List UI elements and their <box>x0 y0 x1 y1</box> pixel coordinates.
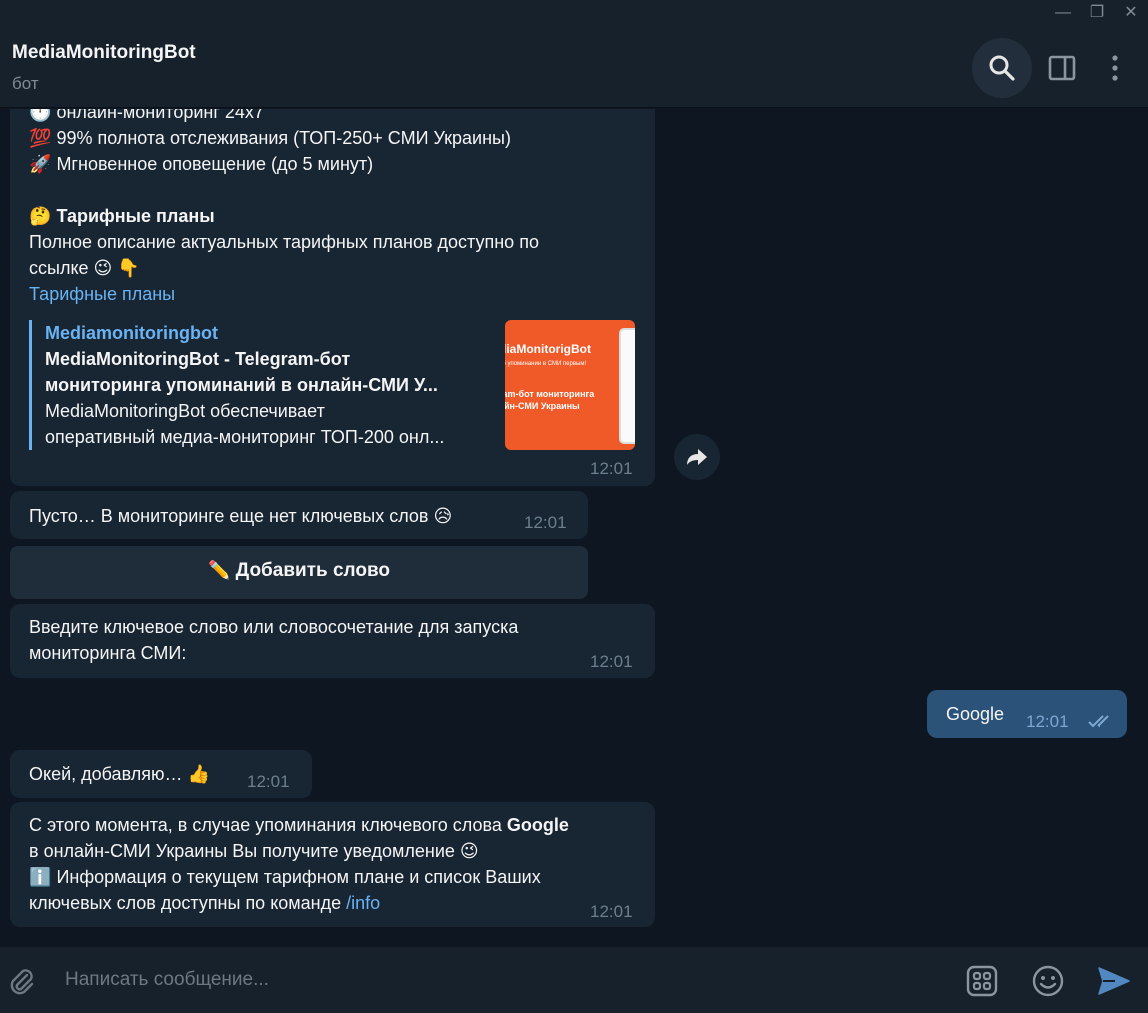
search-button[interactable] <box>972 38 1032 98</box>
info-emoji: ℹ️ <box>29 867 52 888</box>
message-line: Введите ключевое слово или словосочетани… <box>29 617 519 637</box>
plans-link[interactable]: Тарифные планы <box>29 281 175 307</box>
keyword-text: Google <box>506 815 569 835</box>
chat-header: MediaMonitoringBot бот <box>0 28 1148 108</box>
preview-description: оперативный медиа-мониторинг ТОП-200 онл… <box>45 427 445 447</box>
point-down-emoji: 👇 <box>117 258 140 279</box>
link-preview[interactable]: Mediamonitoringbot MediaMonitoringBot - … <box>29 320 635 450</box>
preview-description: MediaMonitoringBot обеспечивает <box>45 401 325 421</box>
plans-heading: Тарифные планы <box>56 206 215 226</box>
forward-button[interactable] <box>674 434 720 480</box>
message-line: 💯 99% полнота отслеживания (ТОП-250+ СМИ… <box>29 125 511 152</box>
message-time: 12:01 <box>1026 712 1069 731</box>
clock-emoji: 🕛 <box>29 109 52 123</box>
window-titlebar: — ❐ ✕ <box>0 0 1148 28</box>
message-line: в онлайн-СМИ Украины Вы получите уведомл… <box>29 838 479 865</box>
message-bubble: Введите ключевое слово или словосочетани… <box>10 604 655 678</box>
wink-emoji: 😉 <box>459 841 479 862</box>
rocket-emoji: 🚀 <box>29 154 52 175</box>
message-list[interactable]: 🕛 онлайн-мониторинг 24x7 💯 99% полнота о… <box>0 109 1148 947</box>
message-line: ссылке 😉 👇 <box>29 255 140 282</box>
info-command-link[interactable]: /info <box>346 893 380 913</box>
bot-commands-button[interactable] <box>965 964 999 998</box>
double-check-icon <box>1088 715 1109 728</box>
preview-image-text: ram-бот мониторинга айн-СМИ Украины <box>505 388 594 412</box>
add-word-label: ✏️ Добавить слово <box>10 560 588 582</box>
message-line: 🕛 онлайн-мониторинг 24x7 <box>29 109 264 126</box>
bot-commands-icon <box>966 965 998 997</box>
search-icon <box>989 55 1015 81</box>
message-bubble: Пусто… В мониторинге еще нет ключевых сл… <box>10 491 588 539</box>
message-line: 🤔 Тарифные планы <box>29 203 215 230</box>
message-text: в онлайн-СМИ Украины Вы получите уведомл… <box>29 841 455 861</box>
emoji-icon <box>1032 965 1064 997</box>
minimize-button[interactable]: — <box>1052 2 1074 24</box>
message-line: ключевых слов доступны по команде /info <box>29 890 380 916</box>
message-time: 12:01 <box>247 772 290 791</box>
message-line: мониторинга СМИ: <box>29 643 187 663</box>
message-time: 12:01 <box>590 652 633 671</box>
message-text: ключевых слов доступны по команде <box>29 893 347 913</box>
feature-text: 99% полнота отслеживания (ТОП-250+ СМИ У… <box>56 128 511 148</box>
plans-text: ссылке <box>29 258 89 278</box>
chat-title[interactable]: MediaMonitoringBot <box>12 42 196 64</box>
preview-site-name: Mediamonitoringbot <box>45 323 218 343</box>
send-button[interactable] <box>1096 964 1132 998</box>
hundred-emoji: 💯 <box>29 128 52 149</box>
thumbs-up-emoji: 👍 <box>187 764 210 785</box>
more-vertical-icon <box>1112 55 1118 81</box>
preview-image-line: ram-бот мониторинга <box>505 389 595 399</box>
sidebar-toggle-icon <box>1048 55 1076 81</box>
more-button[interactable] <box>1085 38 1145 98</box>
message-bubble: Окей, добавляю… 👍 12:01 <box>10 750 312 798</box>
message-text: Google <box>946 704 1005 724</box>
outgoing-message-bubble: Google 12:01 <box>927 690 1127 738</box>
message-input[interactable]: Написать сообщение... <box>65 969 269 991</box>
forward-icon <box>687 449 707 465</box>
pencil-icon: ✏️ <box>207 560 231 581</box>
preview-image-text: об упоминании в СМИ первым! <box>505 361 587 367</box>
preview-title: мониторинга упоминаний в онлайн-СМИ У... <box>45 375 438 395</box>
sad-emoji: 😥 <box>433 506 453 527</box>
message-bubble: 🕛 онлайн-мониторинг 24x7 💯 99% полнота о… <box>10 109 655 486</box>
message-line: Полное описание актуальных тарифных план… <box>29 232 539 252</box>
button-text: Добавить слово <box>235 560 391 581</box>
close-button[interactable]: ✕ <box>1120 2 1142 24</box>
preview-image[interactable]: diaMonitorigBot об упоминании в СМИ перв… <box>505 320 635 450</box>
emoji-button[interactable] <box>1031 964 1065 998</box>
message-line: Пусто… В мониторинге еще нет ключевых сл… <box>29 503 452 530</box>
add-word-button[interactable]: ✏️ Добавить слово <box>10 546 588 599</box>
message-line: ℹ️ Информация о текущем тарифном плане и… <box>29 864 541 891</box>
message-text: Окей, добавляю… <box>29 764 183 784</box>
feature-text: Мгновенное оповещение (до 5 минут) <box>56 154 374 174</box>
message-time: 12:01 <box>590 459 633 478</box>
message-line: 🚀 Мгновенное оповещение (до 5 минут) <box>29 151 373 178</box>
preview-title: MediaMonitoringBot - Telegram-бот <box>45 349 351 369</box>
message-text: С этого момента, в случае упоминания клю… <box>29 815 507 835</box>
message-time: 12:01 <box>524 513 567 532</box>
thinking-emoji: 🤔 <box>29 206 52 227</box>
chat-subtitle: бот <box>12 74 39 93</box>
feature-text: онлайн-мониторинг 24x7 <box>56 109 264 122</box>
message-composer: Написать сообщение... <box>0 947 1148 1013</box>
preview-image-line: айн-СМИ Украины <box>505 401 580 411</box>
send-icon <box>1098 967 1130 995</box>
restore-button[interactable]: ❐ <box>1086 2 1108 24</box>
attach-icon <box>10 969 34 995</box>
message-time: 12:01 <box>590 902 633 921</box>
message-text: Пусто… В мониторинге еще нет ключевых сл… <box>29 506 429 526</box>
message-line: Окей, добавляю… 👍 <box>29 761 210 788</box>
phone-illustration <box>619 328 635 444</box>
message-bubble: С этого момента, в случае упоминания клю… <box>10 802 655 927</box>
attach-button[interactable] <box>6 965 38 997</box>
wink-emoji: 😉 <box>93 258 113 279</box>
sidebar-toggle-button[interactable] <box>1032 38 1092 98</box>
message-line: С этого момента, в случае упоминания клю… <box>29 812 569 838</box>
message-text: Информация о текущем тарифном плане и сп… <box>56 867 541 887</box>
